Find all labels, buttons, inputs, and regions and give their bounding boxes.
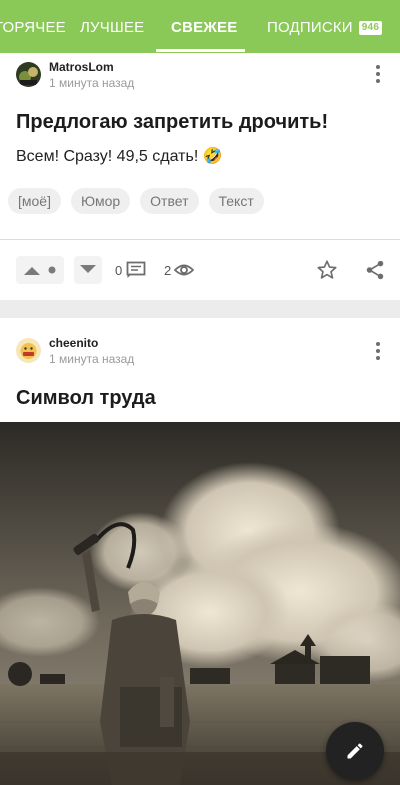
downvote-button[interactable] — [74, 256, 102, 284]
post-time: 1 минута назад — [49, 352, 135, 366]
divider — [0, 239, 400, 240]
tab-hot[interactable]: ГОРЯЧЕЕ — [0, 0, 66, 53]
post-author[interactable]: MatrosLom — [49, 60, 114, 74]
views-count: 2 — [164, 263, 172, 278]
post-author[interactable]: cheenito — [49, 336, 98, 350]
avatar[interactable] — [16, 338, 41, 363]
tag[interactable]: Юмор — [70, 188, 131, 214]
tab-best[interactable]: ЛУЧШЕЕ — [80, 0, 144, 53]
tab-fresh[interactable]: СВЕЖЕЕ — [171, 0, 237, 53]
more-vertical-icon[interactable] — [366, 62, 390, 86]
comment-icon[interactable] — [126, 261, 146, 279]
pencil-icon — [347, 743, 363, 759]
upvote-icon — [24, 267, 40, 275]
tab-subscriptions[interactable]: ПОДПИСКИ 946 — [267, 0, 383, 53]
post-title[interactable]: Предлогаю запретить дрочить! — [16, 111, 328, 134]
post-title[interactable]: Символ труда — [16, 387, 156, 410]
share-icon[interactable] — [364, 259, 386, 281]
star-icon[interactable] — [316, 259, 338, 281]
post-time: 1 минута назад — [49, 76, 135, 90]
post-card: MatrosLom 1 минута назад Предлогаю запре… — [0, 53, 400, 300]
upvote-button[interactable] — [16, 256, 64, 284]
subscriptions-count-badge: 946 — [358, 21, 383, 35]
post-text: Всем! Сразу! 49,5 сдать! 🤣 — [16, 148, 223, 165]
active-tab-indicator — [156, 49, 245, 52]
tag-list: [моё] Юмор Ответ Текст — [8, 188, 264, 214]
comments-count[interactable]: 0 — [115, 263, 122, 278]
avatar[interactable] — [16, 62, 41, 87]
create-post-button[interactable] — [326, 722, 384, 780]
tab-subscriptions-label: ПОДПИСКИ — [267, 19, 353, 36]
downvote-icon — [80, 265, 96, 273]
eye-icon — [174, 264, 194, 276]
tab-bar: ГОРЯЧЕЕ ЛУЧШЕЕ СВЕЖЕЕ ПОДПИСКИ 946 — [0, 0, 400, 53]
more-vertical-icon[interactable] — [366, 339, 390, 363]
rating-dot-icon — [48, 266, 56, 274]
tag[interactable]: [моё] — [8, 188, 61, 214]
tag[interactable]: Ответ — [140, 188, 199, 214]
tag[interactable]: Текст — [208, 188, 264, 214]
